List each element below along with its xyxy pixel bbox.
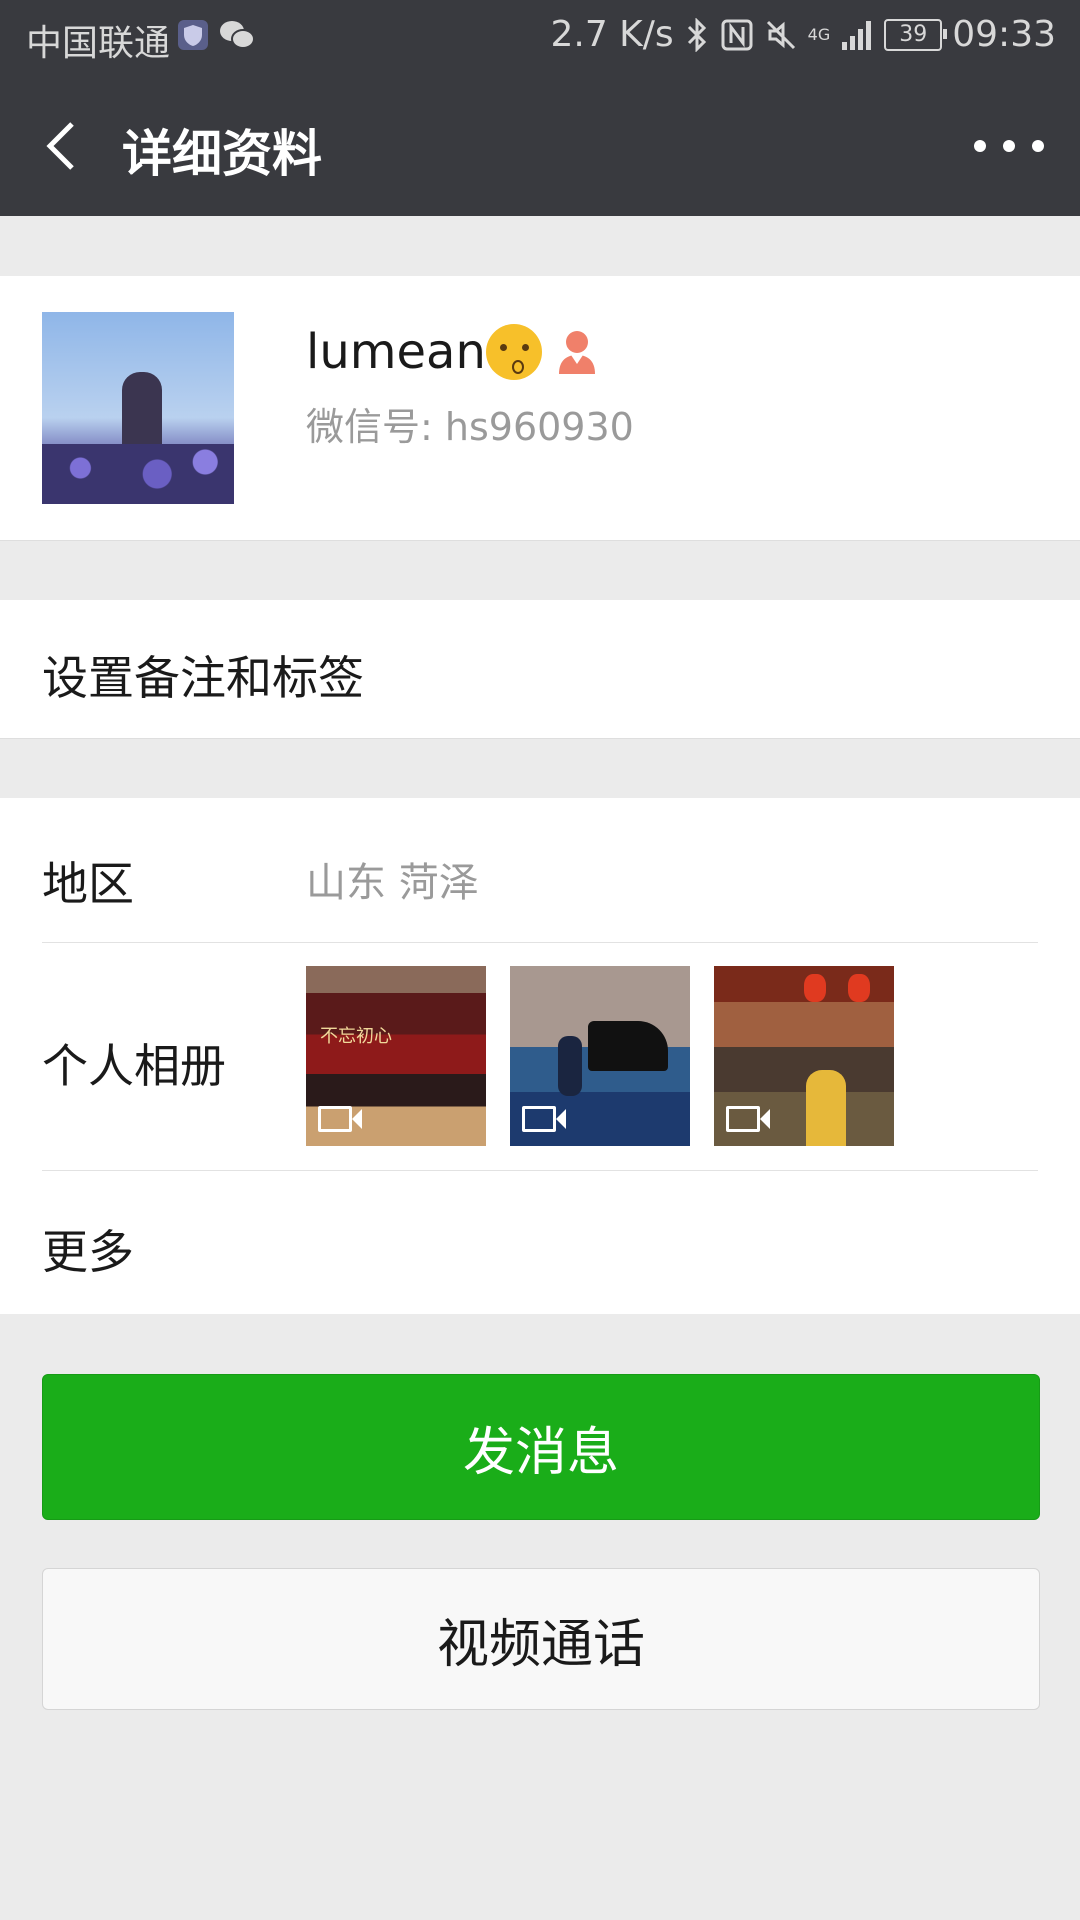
remark-label: 设置备注和标签 xyxy=(42,651,364,705)
wechat-id: 微信号: hs960930 xyxy=(306,405,634,449)
divider xyxy=(42,1170,1038,1171)
nfc-icon xyxy=(721,19,753,50)
info-section: 地区 山东 菏泽 个人相册 不忘初心 更多 xyxy=(0,798,1080,1314)
send-message-button[interactable]: 发消息 xyxy=(42,1374,1040,1520)
more-options-icon[interactable] xyxy=(974,126,1044,166)
mute-icon xyxy=(766,20,795,49)
remark-tags-row[interactable]: 设置备注和标签 xyxy=(0,600,1080,739)
female-icon xyxy=(559,331,595,374)
signal-icon xyxy=(842,20,872,50)
region-value: 山东 菏泽 xyxy=(306,860,479,906)
profile-card: lumean 微信号: hs960930 xyxy=(0,276,1080,541)
status-bar: 中国联通 2.7 K/s 4G 39 09:33 xyxy=(0,0,1080,76)
battery-icon: 39 xyxy=(884,18,948,51)
nav-header: 详细资料 xyxy=(0,76,1080,216)
more-label[interactable]: 更多 xyxy=(42,1216,134,1282)
video-camera-icon xyxy=(726,1106,770,1132)
album-thumb-text: 不忘初心 xyxy=(320,1026,392,1047)
lantern-shape xyxy=(804,974,826,1002)
album-thumb-person xyxy=(806,1070,846,1146)
divider xyxy=(42,942,1038,943)
clock: 09:33 xyxy=(952,14,1056,55)
carrier-label: 中国联通 xyxy=(26,23,171,64)
album-thumb-piano xyxy=(588,1021,668,1071)
region-label: 地区 xyxy=(42,857,134,911)
lantern-shape xyxy=(848,974,870,1002)
page-title: 详细资料 xyxy=(122,125,322,183)
nickname-text: lumean xyxy=(306,324,486,380)
status-right: 2.7 K/s 4G 39 09:33 xyxy=(550,14,1056,55)
album-thumb-3[interactable] xyxy=(714,966,894,1146)
avatar[interactable] xyxy=(42,312,234,504)
video-call-button[interactable]: 视频通话 xyxy=(42,1568,1040,1710)
shield-icon xyxy=(178,20,208,50)
network-type: 4G xyxy=(807,24,831,44)
battery-level: 39 xyxy=(899,22,928,47)
video-camera-icon xyxy=(318,1106,362,1132)
wechat-icon xyxy=(220,21,255,49)
kissing-face-emoji-icon xyxy=(485,324,542,380)
bluetooth-icon xyxy=(687,17,706,52)
album-thumb-1[interactable]: 不忘初心 xyxy=(306,966,486,1146)
album-label[interactable]: 个人相册 xyxy=(42,1030,226,1096)
profile-name: lumean xyxy=(306,324,542,380)
video-camera-icon xyxy=(522,1106,566,1132)
more-dot xyxy=(974,140,986,152)
avatar-flowers xyxy=(42,444,234,504)
network-speed: 2.7 K/s xyxy=(550,14,674,55)
back-arrow-icon[interactable] xyxy=(34,116,94,176)
more-dot xyxy=(1003,140,1015,152)
album-thumb-2[interactable] xyxy=(510,966,690,1146)
album-thumb-person xyxy=(558,1036,582,1096)
more-dot xyxy=(1032,140,1044,152)
